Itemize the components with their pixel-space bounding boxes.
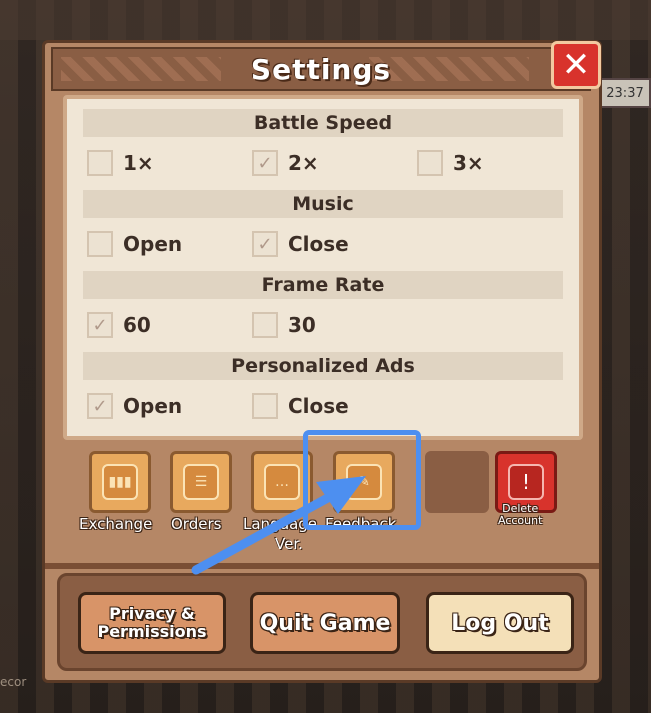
settings-title: Settings bbox=[250, 52, 392, 86]
pointer-arrow-icon bbox=[191, 476, 366, 575]
